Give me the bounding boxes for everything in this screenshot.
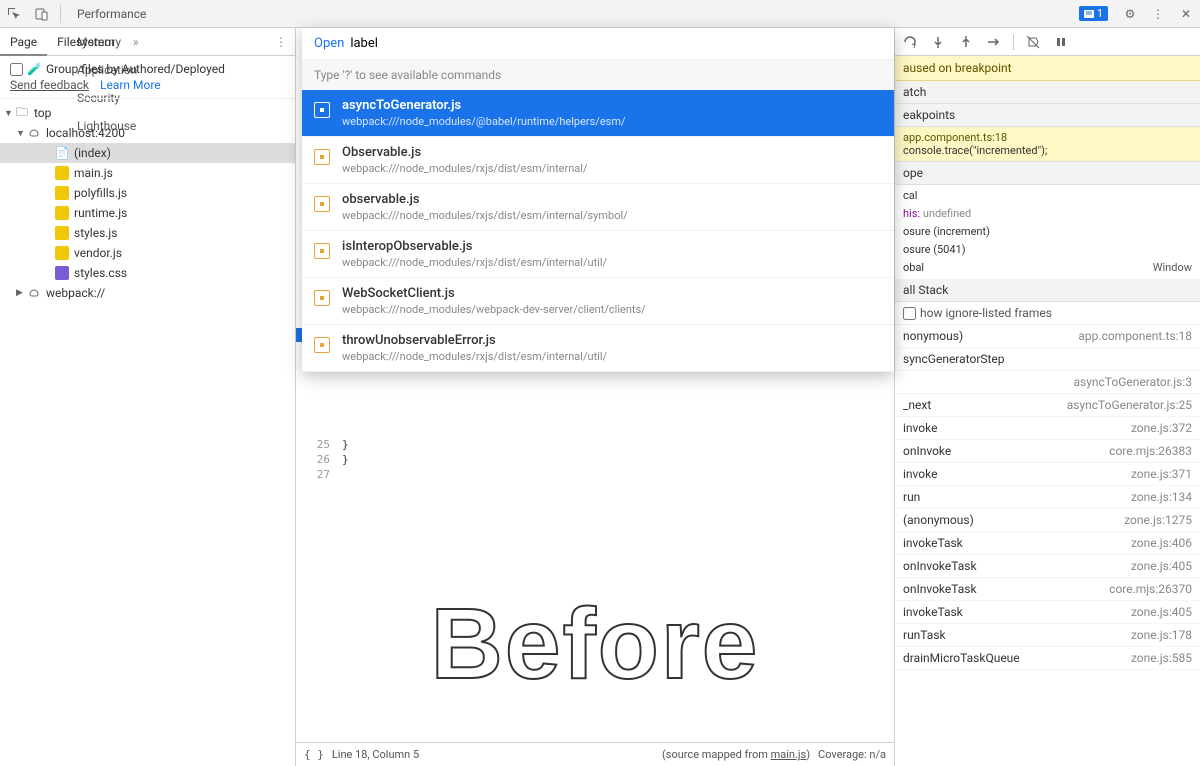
code-line: } <box>342 438 349 451</box>
paused-banner: aused on breakpoint <box>895 56 1200 81</box>
issues-badge[interactable]: 1 <box>1079 6 1108 21</box>
open-result-item[interactable]: observable.jswebpack:///node_modules/rxj… <box>302 184 894 231</box>
callstack-frame[interactable]: (anonymous)zone.js:1275 <box>895 509 1200 532</box>
line-number[interactable]: 27 <box>296 468 336 481</box>
open-label: Open <box>314 36 344 51</box>
breakpoint-hit[interactable]: app.component.ts:18 console.trace("incre… <box>895 127 1200 162</box>
status-bar: { } Line 18, Column 5 (source mapped fro… <box>296 742 894 766</box>
show-ignore-listed[interactable]: how ignore-listed frames <box>895 302 1200 325</box>
code-line: } <box>342 453 349 466</box>
callstack-frame[interactable]: onInvokecore.mjs:26383 <box>895 440 1200 463</box>
breakpoints-header[interactable]: eakpoints <box>895 104 1200 127</box>
tree-frame-top[interactable]: ▼🗀top <box>0 103 295 123</box>
file-icon <box>314 290 330 306</box>
group-files-checkbox[interactable]: 🧪Group files by Authored/Deployed <box>10 62 285 76</box>
tree-host[interactable]: ▼localhost:4200 <box>0 123 295 143</box>
line-number[interactable]: 26 <box>296 453 336 466</box>
file-icon <box>314 149 330 165</box>
resume-icon[interactable] <box>901 33 919 51</box>
callstack-frame[interactable]: asyncToGenerator.js:3 <box>895 371 1200 394</box>
callstack-frame[interactable]: drainMicroTaskQueuezone.js:585 <box>895 647 1200 670</box>
more-icon[interactable]: ⋮ <box>1144 0 1172 28</box>
watermark-text: Before <box>431 587 760 702</box>
callstack-frame[interactable]: runzone.js:134 <box>895 486 1200 509</box>
callstack-frame[interactable]: runTaskzone.js:178 <box>895 624 1200 647</box>
file-icon <box>314 102 330 118</box>
pretty-print-icon[interactable]: { } <box>304 748 324 761</box>
tree-file[interactable]: styles.css <box>0 263 295 283</box>
debugger-pane: aused on breakpoint atch eakpoints app.c… <box>894 28 1200 766</box>
inspect-icon[interactable] <box>0 0 28 28</box>
source-map-link[interactable]: main.js <box>771 748 807 761</box>
close-icon[interactable]: ✕ <box>1172 0 1200 28</box>
badge-count: 1 <box>1097 7 1103 20</box>
cursor-position: Line 18, Column 5 <box>332 748 419 761</box>
coverage-status: Coverage: n/a <box>818 748 886 761</box>
callstack-frame[interactable]: syncGeneratorStep <box>895 348 1200 371</box>
open-result-item[interactable]: Observable.jswebpack:///node_modules/rxj… <box>302 137 894 184</box>
open-result-item[interactable]: throwUnobservableError.jswebpack:///node… <box>302 325 894 372</box>
line-number[interactable]: 25 <box>296 438 336 451</box>
callstack-frame[interactable]: invokeTaskzone.js:405 <box>895 601 1200 624</box>
open-hint: Type '?' to see available commands <box>302 60 894 90</box>
callstack-frame[interactable]: nonymous)app.component.ts:18 <box>895 325 1200 348</box>
open-result-item[interactable]: WebSocketClient.jswebpack:///node_module… <box>302 278 894 325</box>
pause-icon[interactable] <box>1052 33 1070 51</box>
open-results: asyncToGenerator.jswebpack:///node_modul… <box>302 90 894 372</box>
main-tabs: ElementsConsoleSourcesNetworkPerformance… <box>0 0 1200 28</box>
open-result-item[interactable]: isInteropObservable.jswebpack:///node_mo… <box>302 231 894 278</box>
file-tree: ▼🗀top ▼localhost:4200 📄(index) main.jspo… <box>0 99 295 766</box>
watch-header[interactable]: atch <box>895 81 1200 104</box>
settings-icon[interactable]: ⚙ <box>1116 0 1144 28</box>
filesystem-tab[interactable]: Filesystem <box>47 28 125 56</box>
scope-header[interactable]: ope <box>895 162 1200 185</box>
callstack-frame[interactable]: invokezone.js:372 <box>895 417 1200 440</box>
pane-menu-icon[interactable]: ⋮ <box>267 35 295 49</box>
callstack-frame[interactable]: onInvokeTaskcore.mjs:26370 <box>895 578 1200 601</box>
tree-file[interactable]: polyfills.js <box>0 183 295 203</box>
more-tabs[interactable]: » <box>125 35 147 49</box>
callstack-frame[interactable]: invokezone.js:371 <box>895 463 1200 486</box>
tree-file[interactable]: runtime.js <box>0 203 295 223</box>
callstack-frame[interactable]: _nextasyncToGenerator.js:25 <box>895 394 1200 417</box>
editor-pane: 25 } 26} 27 Before Open Type '?' to see av… <box>296 28 894 766</box>
file-icon <box>314 196 330 212</box>
quick-open-dialog: Open Type '?' to see available commands … <box>302 28 894 372</box>
tree-file[interactable]: vendor.js <box>0 243 295 263</box>
tree-file[interactable]: main.js <box>0 163 295 183</box>
callstack-header[interactable]: all Stack <box>895 279 1200 302</box>
quick-open-input[interactable] <box>350 36 882 51</box>
step-into-icon[interactable] <box>957 33 975 51</box>
page-tab[interactable]: Page <box>0 28 47 56</box>
navigator-pane: Page Filesystem » ⋮ 🧪Group files by Auth… <box>0 28 296 766</box>
tree-file-index[interactable]: 📄(index) <box>0 143 295 163</box>
file-icon <box>314 337 330 353</box>
scope-body: cal his: undefined osure (increment) osu… <box>895 185 1200 279</box>
tree-file[interactable]: styles.js <box>0 223 295 243</box>
open-result-item[interactable]: asyncToGenerator.jswebpack:///node_modul… <box>302 90 894 137</box>
step-over-icon[interactable] <box>929 33 947 51</box>
callstack-frame[interactable]: invokeTaskzone.js:406 <box>895 532 1200 555</box>
source-mapped: (source mapped from main.js) <box>662 748 810 761</box>
send-feedback-link[interactable]: Send feedback <box>10 78 89 92</box>
tab-performance[interactable]: Performance <box>65 0 158 28</box>
device-icon[interactable] <box>28 0 56 28</box>
deactivate-breakpoints-icon[interactable] <box>1024 33 1042 51</box>
step-out-icon[interactable] <box>985 33 1003 51</box>
learn-more-link[interactable]: Learn More <box>100 78 161 92</box>
tree-webpack[interactable]: ▶webpack:// <box>0 283 295 303</box>
file-icon <box>314 243 330 259</box>
callstack-frame[interactable]: onInvokeTaskzone.js:405 <box>895 555 1200 578</box>
separator <box>60 5 61 23</box>
